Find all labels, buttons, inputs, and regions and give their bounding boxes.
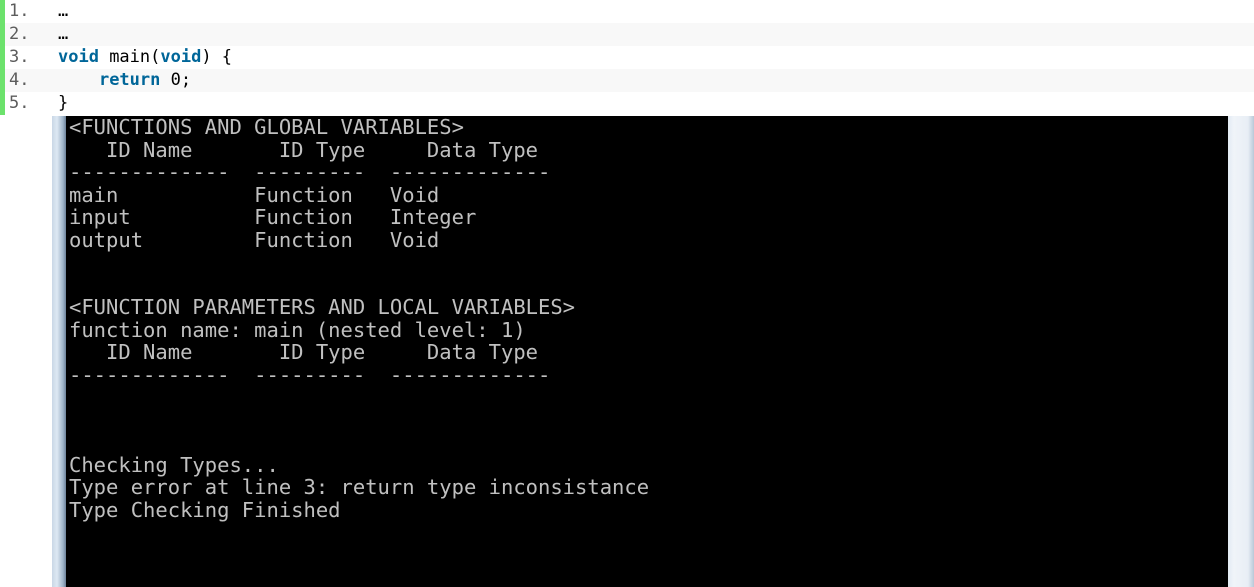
code-text: … [58,24,69,44]
code-fragment: 0; [160,70,192,90]
console-line: function name: main (nested level: 1) [69,317,526,342]
line-number: 5. [9,93,30,113]
line-number: 4. [9,70,30,90]
code-fragment: ) { [201,47,233,67]
console-line: Type error at line 3: return type incons… [69,475,650,499]
code-line-2: 2. … [0,23,1254,46]
console-line: Checking Types... [69,452,279,477]
code-text: … [58,1,69,21]
code-line-4: 4. return 0; [0,69,1254,92]
console-line: ID Name ID Type Data Type [69,340,538,364]
keyword-void: void [160,47,202,67]
code-text: void main(void) { [58,46,232,69]
keyword-void: void [58,47,99,67]
console-line: <FUNCTION PARAMETERS AND LOCAL VARIABLES… [69,295,576,319]
vertical-scrollbar[interactable] [1228,116,1254,587]
code-fragment: main( [98,47,161,67]
code-line-5: 5. } [0,92,1254,115]
console-line: Type Checking Finished [69,497,341,522]
code-text: return 0; [58,69,191,92]
code-line-1: 1. … [0,0,1254,23]
console-line: ID Name ID Type Data Type [69,137,538,162]
line-number: 3. [9,47,30,67]
line-number: 2. [9,24,30,44]
console-window: <FUNCTIONS AND GLOBAL VARIABLES> ID Name… [52,116,1254,587]
console-line: <FUNCTIONS AND GLOBAL VARIABLES> [69,116,464,139]
window-border [52,116,66,587]
console-line: output Function Void [69,227,440,252]
code-text: } [58,93,69,113]
console-line: main Function Void [69,182,440,207]
code-listing: 1. … 2. … 3. void main(void) { 4. return… [0,0,1254,116]
console-line: input Function Integer [69,205,477,229]
code-line-3: 3. void main(void) { [0,46,1254,69]
keyword-return: return [98,70,161,90]
console-line: ------------- --------- ------------- [69,160,551,184]
console-line: ------------- --------- ------------- [69,362,551,387]
console-output[interactable]: <FUNCTIONS AND GLOBAL VARIABLES> ID Name… [66,116,1228,587]
line-number: 1. [9,1,30,21]
